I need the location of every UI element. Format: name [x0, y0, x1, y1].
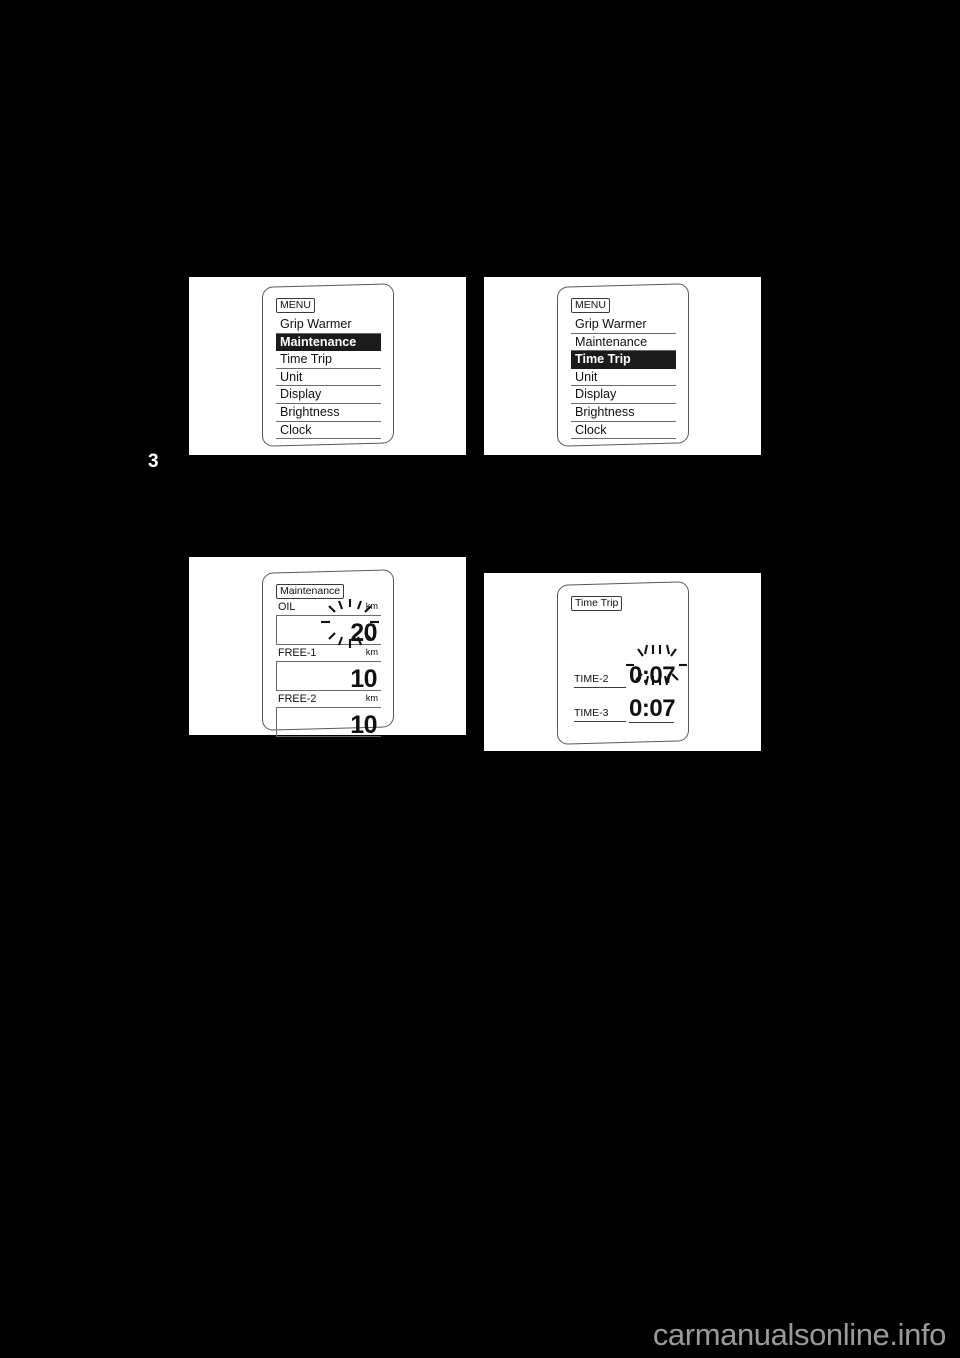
menu-item-clock[interactable]: Clock	[276, 421, 381, 440]
menu-item-display[interactable]: Display	[276, 386, 381, 405]
row-header: OIL km	[276, 601, 381, 617]
row-header: FREE-2 km	[276, 693, 381, 709]
lcd-screen-maintenance: Maintenance OIL km 20 FREE-1 km 10 FREE-…	[262, 569, 394, 739]
row-label: TIME-2	[574, 673, 626, 689]
menu-item-time-trip[interactable]: Time Trip	[276, 351, 381, 369]
menu-item-brightness[interactable]: Brightness	[571, 404, 676, 422]
figure-menu-timetrip: MENU Grip Warmer Maintenance Time Trip U…	[484, 277, 761, 455]
lcd-screen-menu-timetrip: MENU Grip Warmer Maintenance Time Trip U…	[557, 283, 689, 447]
maintenance-row-oil: OIL km 20	[276, 599, 381, 649]
menu-item-display[interactable]: Display	[571, 386, 676, 405]
row-unit: km	[365, 601, 378, 612]
row-value: 0:07	[629, 662, 676, 690]
maintenance-row-free-1: FREE-1 km 10	[276, 647, 381, 694]
menu-item-time-trip[interactable]: Time Trip	[571, 351, 676, 369]
row-label: FREE-2	[278, 693, 317, 706]
timetrip-row-time-2: TIME-2 0:07	[571, 644, 687, 691]
row-value: 20	[350, 619, 377, 648]
figure-timetrip-screen: Time Trip TIME-2 0:07 TIME-3 0:07	[484, 573, 761, 751]
row-unit: km	[365, 693, 378, 704]
menu-item-maintenance[interactable]: Maintenance	[276, 333, 381, 352]
menu-item-maintenance[interactable]: Maintenance	[571, 333, 676, 352]
row-value: 10	[350, 711, 377, 740]
row-value-box: 10	[276, 662, 381, 694]
row-label: OIL	[278, 601, 296, 614]
row-header: FREE-1 km	[276, 647, 381, 663]
menu-list: Grip Warmer Maintenance Time Trip Unit D…	[571, 316, 676, 440]
menu-item-brightness[interactable]: Brightness	[276, 404, 381, 422]
row-label: FREE-1	[278, 647, 317, 660]
menu-item-grip-warmer[interactable]: Grip Warmer	[276, 316, 381, 334]
row-label: TIME-3	[574, 707, 626, 723]
row-value-box: 20	[276, 599, 381, 649]
screen-title-chip: MENU	[571, 297, 610, 314]
maintenance-row-free-2: FREE-2 km 10	[276, 693, 381, 740]
menu-item-unit[interactable]: Unit	[571, 368, 676, 387]
screen-title-chip: Time Trip	[571, 595, 623, 612]
figure-maintenance-screen: Maintenance OIL km 20 FREE-1 km 10 FREE-…	[189, 557, 466, 739]
timetrip-row-time-3: TIME-3 0:07	[571, 691, 676, 725]
row-value: 0:07	[629, 695, 676, 724]
menu-item-clock[interactable]: Clock	[571, 421, 676, 440]
lcd-screen-menu-maintenance: MENU Grip Warmer Maintenance Time Trip U…	[262, 283, 394, 447]
menu-item-unit[interactable]: Unit	[276, 368, 381, 387]
row-unit: km	[365, 647, 378, 658]
row-value: 10	[350, 665, 377, 694]
row-value-box: 10	[276, 708, 381, 740]
site-watermark: carmanualsonline.info	[652, 1317, 947, 1352]
screen-title-chip: MENU	[276, 297, 315, 314]
menu-list: Grip Warmer Maintenance Time Trip Unit D…	[276, 316, 381, 440]
screen-title-chip: Maintenance	[276, 583, 345, 600]
menu-item-grip-warmer[interactable]: Grip Warmer	[571, 316, 676, 334]
figure-menu-maintenance: MENU Grip Warmer Maintenance Time Trip U…	[189, 277, 466, 455]
lcd-screen-timetrip: Time Trip TIME-2 0:07 TIME-3 0:07	[557, 581, 689, 745]
chapter-number: 3	[148, 451, 159, 472]
